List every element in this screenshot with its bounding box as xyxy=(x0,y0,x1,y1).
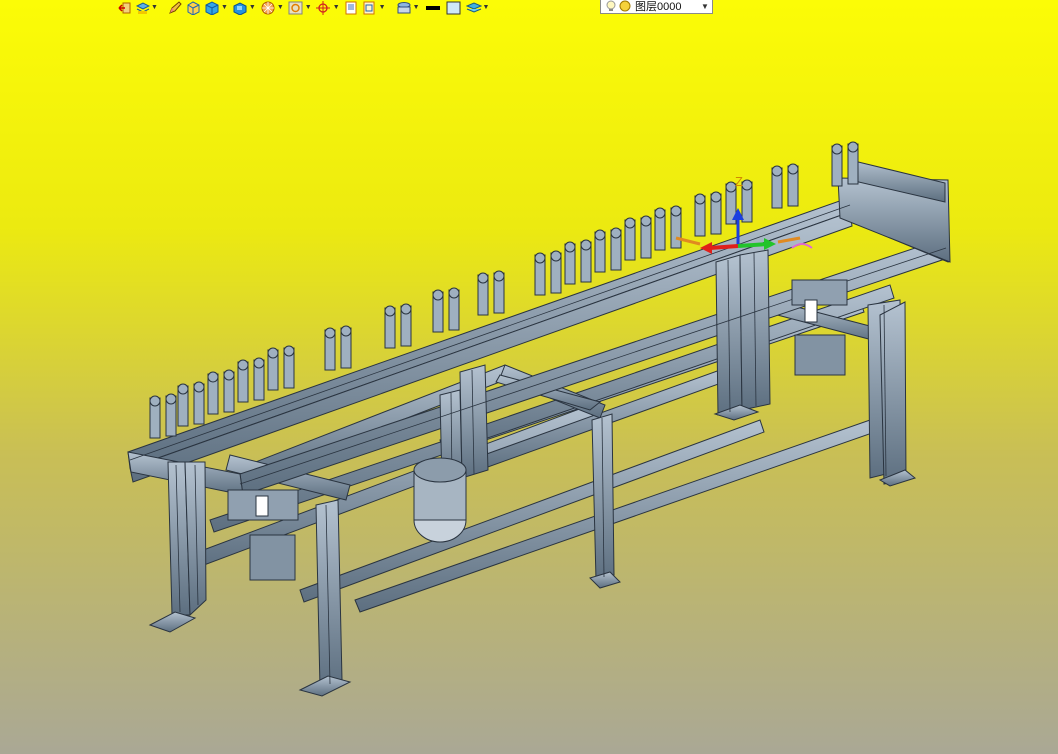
y-axis-arrow xyxy=(737,242,769,248)
conveyor-model xyxy=(127,159,951,697)
cad-viewport[interactable]: Z xyxy=(0,0,1058,754)
x-axis-arrow xyxy=(709,244,739,250)
z-axis-label: Z xyxy=(735,174,743,189)
